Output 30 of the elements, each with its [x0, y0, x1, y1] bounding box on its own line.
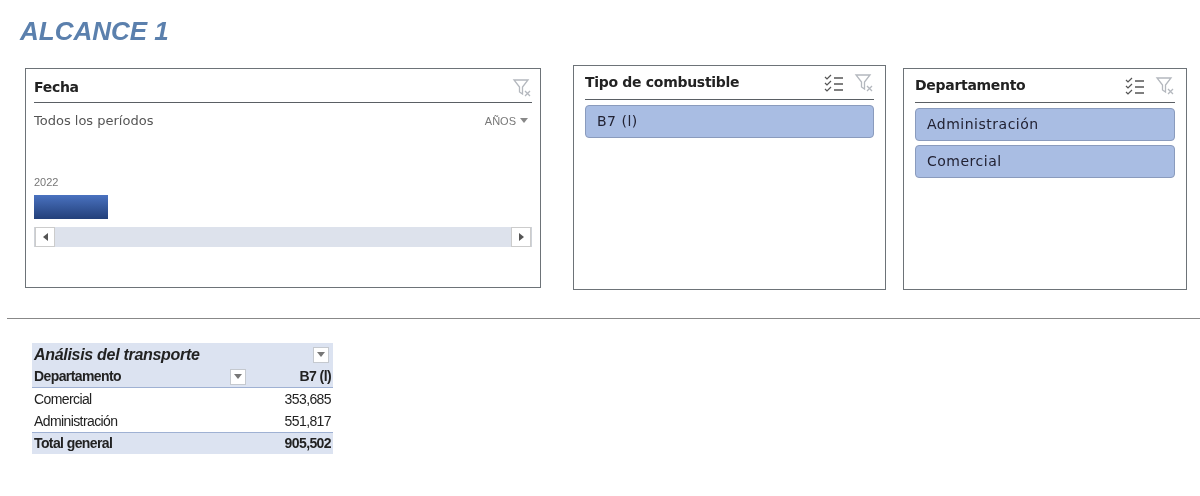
table-cell-text: Total general	[33, 434, 114, 453]
period-label: 2022	[34, 174, 60, 189]
caret-icon	[317, 352, 325, 357]
filter-dropdown-button[interactable]	[313, 346, 329, 363]
period-bar[interactable]	[34, 194, 108, 219]
column-header: Departamento	[34, 367, 121, 386]
scroll-left-icon[interactable]	[35, 226, 55, 247]
multi-select-icon[interactable]	[1125, 76, 1145, 95]
slicer-item[interactable]: Comercial	[915, 145, 1175, 178]
table-cell-text: 353,685	[283, 389, 332, 409]
timeline-scrollbar[interactable]	[34, 226, 532, 247]
table-cell-text: Comercial	[33, 389, 93, 409]
filter-dropdown-button[interactable]	[230, 368, 246, 385]
caret-icon	[520, 118, 528, 124]
slicer-item[interactable]: B7 (l)	[585, 105, 874, 138]
column-header: B7 (l)	[298, 367, 332, 386]
caret-icon	[234, 374, 242, 379]
period-label: Todos los períodos	[34, 112, 154, 130]
table-cell-text: Administración	[33, 411, 119, 431]
slicer-title: Tipo de combustible	[585, 73, 740, 92]
slicer-title: Departamento	[915, 76, 1026, 95]
multi-select-icon[interactable]	[824, 73, 844, 92]
slicer-item[interactable]: Administración	[915, 108, 1175, 141]
timeline-title: Fecha	[34, 78, 79, 97]
table-cell-text: 551,817	[283, 411, 332, 431]
page-title: ALCANCE 1	[20, 16, 170, 46]
table-cell-text: 905,502	[283, 434, 332, 453]
pivot-title: Análisis del transporte	[34, 344, 200, 365]
scroll-right-icon[interactable]	[511, 226, 531, 247]
time-level-dropdown[interactable]: AÑOS	[484, 112, 532, 129]
